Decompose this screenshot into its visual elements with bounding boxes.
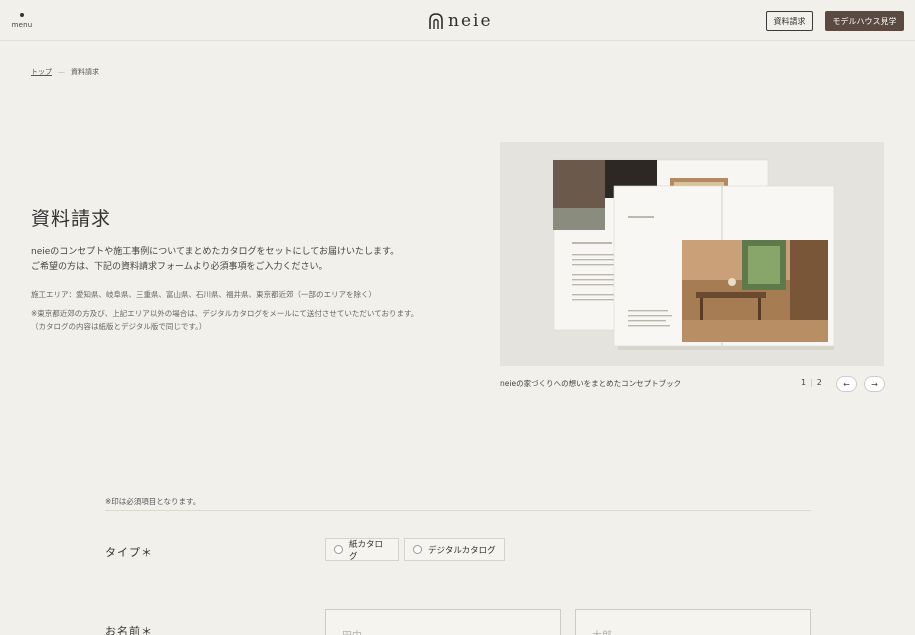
request-materials-button[interactable]: 資料請求 (766, 11, 813, 31)
intro-note: ※東京都近郊の方及び、上記エリア以外の場合は、デジタルカタログをメールにて送付さ… (31, 307, 461, 333)
next-slide-button[interactable]: → (864, 376, 885, 392)
breadcrumb: トップ — 資料請求 (31, 67, 99, 77)
pager-total: 2 (816, 378, 822, 387)
prev-slide-button[interactable]: ← (836, 376, 857, 392)
breadcrumb-home-link[interactable]: トップ (31, 67, 52, 77)
arrow-left-icon: ← (843, 379, 850, 389)
intro-lead: neieのコンセプトや施工事例についてまとめたカタログをセットにしてお届けいたし… (31, 245, 451, 275)
radio-circle-icon[interactable] (334, 545, 343, 554)
first-name-input[interactable] (575, 609, 811, 635)
menu-label: menu (11, 21, 33, 29)
required-note: ※印は必須項目となります。 (105, 497, 201, 506)
logo-text: neie (448, 11, 493, 31)
breadcrumb-separator: — (58, 68, 65, 76)
service-area-text: 施工エリア：愛知県、岐阜県、三重県、富山県、石川県、福井県、東京都近郊（一部のエ… (31, 290, 376, 299)
pager-current: 1 (801, 378, 807, 387)
type-option-label: デジタルカタログ (428, 545, 496, 556)
catalog-image (500, 142, 884, 366)
form-divider (105, 510, 811, 511)
type-option-paper[interactable]: 紙カタログ (325, 538, 399, 562)
model-house-visit-button[interactable]: モデルハウス見学 (825, 11, 904, 31)
type-option-label: 紙カタログ (349, 539, 384, 562)
arrow-right-icon: → (871, 379, 878, 389)
intro-lead-line-1: neieのコンセプトや施工事例についてまとめたカタログをセットにしてお届けいたし… (31, 247, 400, 257)
logo[interactable]: neie (428, 10, 493, 32)
menu-dot-icon (20, 13, 24, 17)
last-name-input[interactable] (325, 609, 561, 635)
catalog-book-illustration (500, 142, 884, 366)
intro-lead-line-2: ご希望の方は、下記の資料請求フォームより必須事項をご入力ください。 (31, 262, 328, 272)
page: menu neie 資料請求 モデルハウス見学 トップ — 資料請求 資料請求 … (0, 0, 915, 635)
intro-note-line-2: （カタログの内容は紙版とデジタル版で同じです。） (31, 322, 207, 331)
intro-note-line-1: ※東京都近郊の方及び、上記エリア以外の場合は、デジタルカタログをメールにて送付さ… (31, 309, 419, 318)
house-logo-icon (428, 12, 444, 30)
catalog-caption: neieの家づくりへの想いをまとめたコンセプトブック (500, 379, 682, 388)
slide-pager: 1 | 2 (801, 378, 822, 387)
breadcrumb-current: 資料請求 (71, 68, 99, 76)
radio-circle-icon[interactable] (413, 545, 422, 554)
menu-button[interactable]: menu (10, 11, 34, 31)
name-label: お名前＊ (105, 625, 153, 635)
type-label: タイプ＊ (105, 546, 153, 559)
pager-separator: | (810, 378, 813, 387)
type-option-digital[interactable]: デジタルカタログ (404, 538, 505, 561)
page-title: 資料請求 (31, 208, 112, 230)
site-header: menu neie 資料請求 モデルハウス見学 (0, 0, 915, 41)
